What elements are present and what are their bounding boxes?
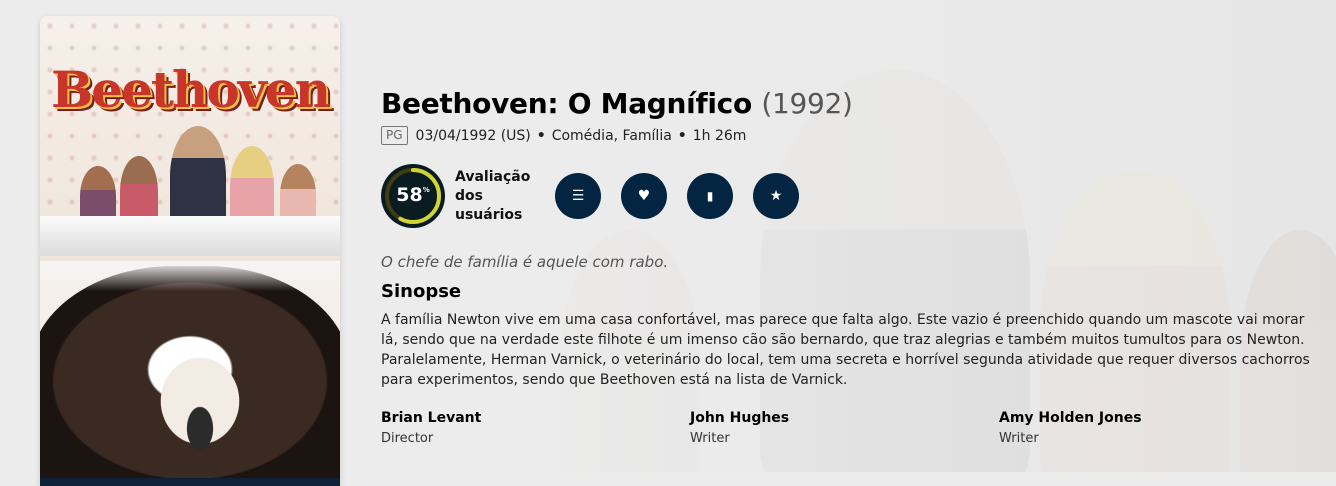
score-label: Avaliação dos usuários [455, 168, 531, 223]
release-date: 03/04/1992 (US) [415, 127, 531, 144]
favorite-button[interactable]: ♥ [621, 173, 667, 219]
movie-info: Beethoven: O Magnífico (1992) PG 03/04/1… [381, 86, 1311, 448]
poster-family [80, 126, 320, 226]
heart-icon: ♥ [637, 188, 651, 204]
bookmark-icon: ▮ [706, 189, 714, 203]
user-score-chart[interactable]: 58% [381, 164, 445, 228]
poster-table [40, 216, 340, 256]
genres[interactable]: Comédia, Família [552, 128, 672, 144]
poster-dog-face [150, 346, 250, 456]
movie-title[interactable]: Beethoven: O Magnífico [381, 87, 752, 120]
tagline: O chefe de família é aquele com rabo. [381, 253, 669, 271]
actions-bar: 58% Avaliação dos usuários ☰ ♥ ▮ ★ [381, 163, 1311, 229]
movie-year: (1992) [761, 87, 853, 120]
separator-dot: • [536, 127, 546, 144]
certification-badge: PG [381, 126, 408, 145]
score-value: 58% [396, 184, 430, 206]
movie-facts: PG 03/04/1992 (US) • Comédia, Família • … [381, 126, 1311, 145]
crew-name[interactable]: Amy Holden Jones [999, 408, 1308, 428]
crew-role: Director [381, 431, 434, 446]
separator-dot: • [677, 127, 687, 144]
overview-text: A família Newton vive em uma casa confor… [381, 312, 1310, 388]
crew-name[interactable]: Brian Levant [381, 408, 690, 428]
star-icon: ★ [769, 188, 783, 204]
crew-role: Writer [690, 431, 730, 446]
watchlist-button[interactable]: ▮ [687, 173, 733, 219]
poster-bottom-bar [40, 478, 340, 486]
movie-poster[interactable]: Beethoven [40, 16, 340, 486]
crew-name[interactable]: John Hughes [690, 408, 999, 428]
crew-role: Writer [999, 431, 1039, 446]
crew-list: Brian Levant Director John Hughes Writer… [381, 408, 1311, 448]
crew-item: Brian Levant Director [381, 408, 690, 448]
movie-title-row: Beethoven: O Magnífico (1992) [381, 86, 1311, 122]
poster-logo: Beethoven [51, 60, 331, 119]
crew-item: Amy Holden Jones Writer [999, 408, 1308, 448]
crew-item: John Hughes Writer [690, 408, 999, 448]
rate-button[interactable]: ★ [753, 173, 799, 219]
synopsis-heading: Sinopse [381, 281, 462, 302]
runtime: 1h 26m [692, 127, 747, 144]
poster-tablecloth [40, 261, 340, 291]
add-to-list-button[interactable]: ☰ [555, 173, 601, 219]
list-icon: ☰ [571, 188, 585, 204]
